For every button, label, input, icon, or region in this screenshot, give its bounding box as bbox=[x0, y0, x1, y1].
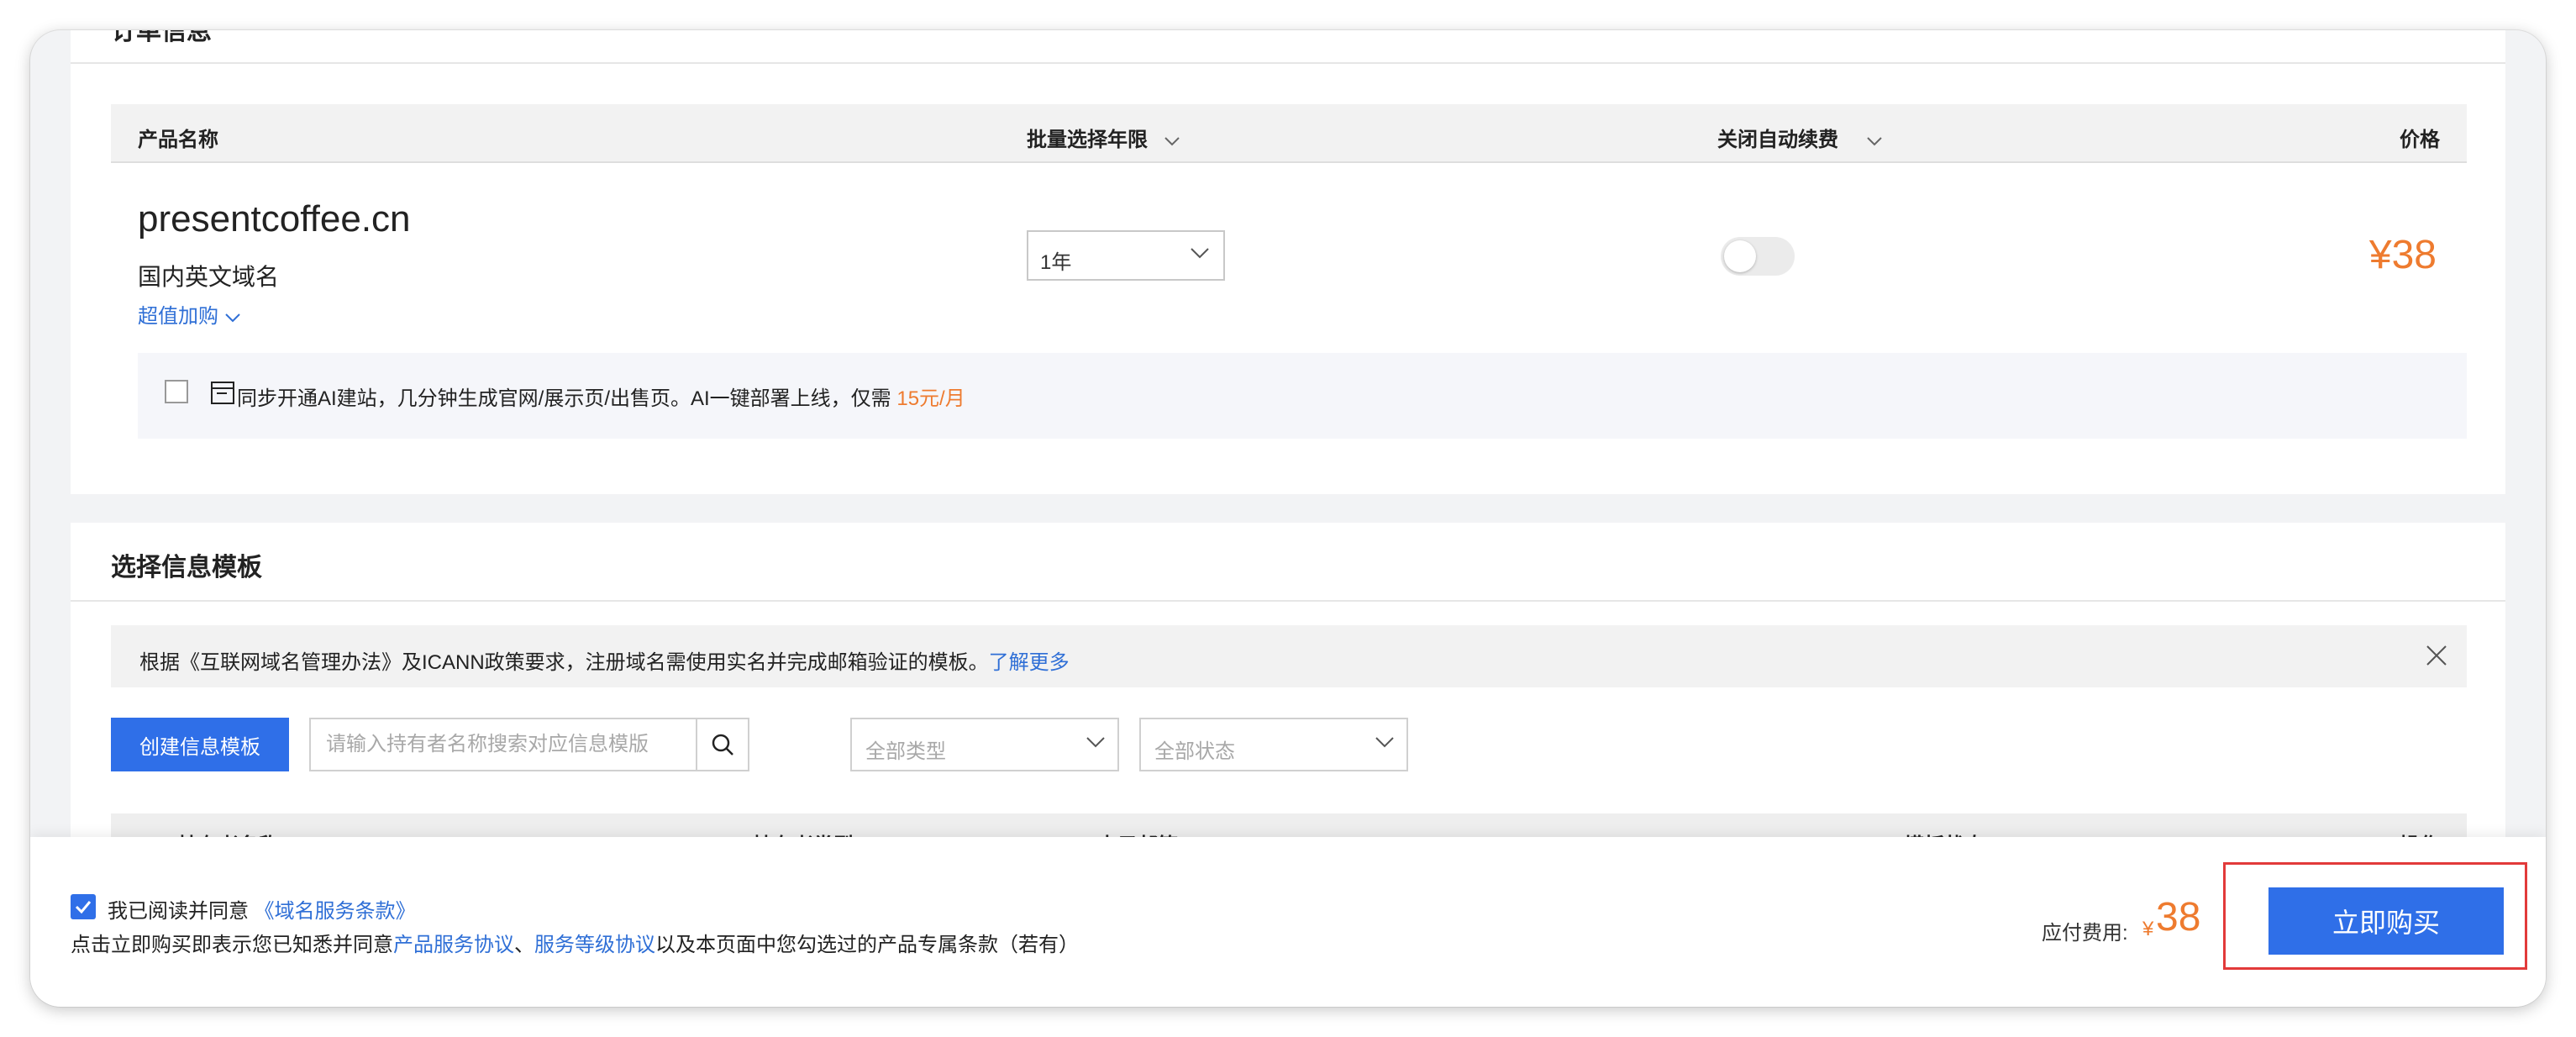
col-price: 价格 bbox=[2400, 129, 2440, 151]
holder-search-input[interactable] bbox=[311, 719, 697, 770]
auto-renew-toggle[interactable] bbox=[1721, 237, 1795, 276]
upsell-label: 超值加购 bbox=[138, 305, 218, 328]
learn-more-link[interactable]: 了解更多 bbox=[989, 651, 1070, 674]
holder-search bbox=[309, 718, 749, 771]
order-card: 订单信息 产品名称 批量选择年限 关闭自动续费 价格 presentcoffee… bbox=[71, 30, 2505, 494]
calendar-icon bbox=[211, 382, 234, 404]
notice-prefix: 点击立即购买即表示您已知悉并同意 bbox=[71, 934, 393, 956]
ai-site-banner: 同步开通AI建站，几分钟生成官网/展示页/出售页。AI一键部署上线，仅需 15元… bbox=[138, 353, 2467, 439]
amount-currency: ¥ bbox=[2142, 918, 2154, 940]
domain-type: 国内英文域名 bbox=[138, 264, 280, 290]
chevron-down-icon bbox=[1164, 136, 1180, 146]
search-button[interactable] bbox=[696, 719, 748, 770]
create-template-button[interactable]: 创建信息模板 bbox=[111, 718, 289, 771]
domain-name: presentcoffee.cn bbox=[138, 198, 411, 240]
ai-site-checkbox[interactable] bbox=[165, 380, 188, 403]
divider bbox=[71, 600, 2505, 602]
domain-terms-link[interactable]: 《域名服务条款》 bbox=[255, 900, 416, 923]
notice-suffix: 以及本页面中您勾选过的产品专属条款（若有） bbox=[655, 934, 1079, 956]
order-section-title: 订单信息 bbox=[111, 30, 212, 45]
type-filter-value: 全部类型 bbox=[865, 740, 946, 763]
app-window: 订单信息 产品名称 批量选择年限 关闭自动续费 价格 presentcoffee… bbox=[30, 30, 2546, 1007]
template-section-title: 选择信息模板 bbox=[111, 554, 262, 582]
year-select[interactable]: 1年 bbox=[1027, 230, 1225, 281]
product-agreement-link[interactable]: 产品服务协议 bbox=[393, 934, 514, 956]
search-icon bbox=[712, 734, 733, 755]
upsell-link[interactable]: 超值加购 bbox=[138, 299, 241, 329]
divider bbox=[71, 62, 2505, 64]
status-filter-value: 全部状态 bbox=[1154, 740, 1235, 763]
realname-notice: 根据《互联网域名管理办法》及ICANN政策要求，注册域名需使用实名并完成邮箱验证… bbox=[111, 625, 2467, 687]
chevron-down-icon bbox=[1191, 248, 1209, 259]
amount-due-label: 应付费用: bbox=[2042, 922, 2128, 945]
purchase-notice: 点击立即购买即表示您已知悉并同意产品服务协议、服务等级协议以及本页面中您勾选过的… bbox=[71, 928, 1079, 957]
amount-due-value: 38 bbox=[2156, 895, 2201, 940]
toggle-knob bbox=[1724, 240, 1756, 272]
col-auto-renew-label: 关闭自动续费 bbox=[1717, 129, 1838, 151]
ai-site-text: 同步开通AI建站，几分钟生成官网/展示页/出售页。AI一键部署上线，仅需 15元… bbox=[237, 382, 965, 411]
year-select-value: 1年 bbox=[1040, 251, 1072, 274]
chevron-down-icon bbox=[1866, 136, 1882, 146]
col-batch-years[interactable]: 批量选择年限 bbox=[1027, 123, 1180, 152]
ai-site-description: 同步开通AI建站，几分钟生成官网/展示页/出售页。AI一键部署上线，仅需 bbox=[237, 387, 891, 410]
col-auto-renew[interactable]: 关闭自动续费 bbox=[1717, 123, 1883, 152]
notice-separator: 、 bbox=[514, 934, 534, 956]
col-product-name: 产品名称 bbox=[138, 129, 218, 151]
notice-text: 根据《互联网域名管理办法》及ICANN政策要求，注册域名需使用实名并完成邮箱验证… bbox=[139, 651, 989, 674]
checkout-footer: 我已阅读并同意 《域名服务条款》 点击立即购买即表示您已知悉并同意产品服务协议、… bbox=[30, 837, 2546, 1007]
agree-text: 我已阅读并同意 《域名服务条款》 bbox=[108, 894, 416, 924]
ai-site-price: 15元/月 bbox=[896, 387, 965, 410]
sla-link[interactable]: 服务等级协议 bbox=[534, 934, 655, 956]
buy-now-button[interactable]: 立即购买 bbox=[2268, 887, 2504, 955]
agree-checkbox[interactable] bbox=[71, 894, 96, 919]
status-filter-select[interactable]: 全部状态 bbox=[1139, 718, 1408, 771]
chevron-down-icon bbox=[1086, 737, 1105, 748]
col-batch-years-label: 批量选择年限 bbox=[1027, 129, 1148, 151]
agree-label: 我已阅读并同意 bbox=[108, 900, 249, 923]
item-price: ¥38 bbox=[2368, 233, 2437, 277]
chevron-down-icon bbox=[224, 313, 240, 323]
checkmark-icon bbox=[75, 901, 92, 914]
type-filter-select[interactable]: 全部类型 bbox=[850, 718, 1119, 771]
close-icon[interactable] bbox=[2425, 644, 2448, 667]
chevron-down-icon bbox=[1375, 737, 1394, 748]
notice-text-wrap: 根据《互联网域名管理办法》及ICANN政策要求，注册域名需使用实名并完成邮箱验证… bbox=[139, 645, 1070, 675]
order-table-header: 产品名称 批量选择年限 关闭自动续费 价格 bbox=[111, 104, 2467, 163]
